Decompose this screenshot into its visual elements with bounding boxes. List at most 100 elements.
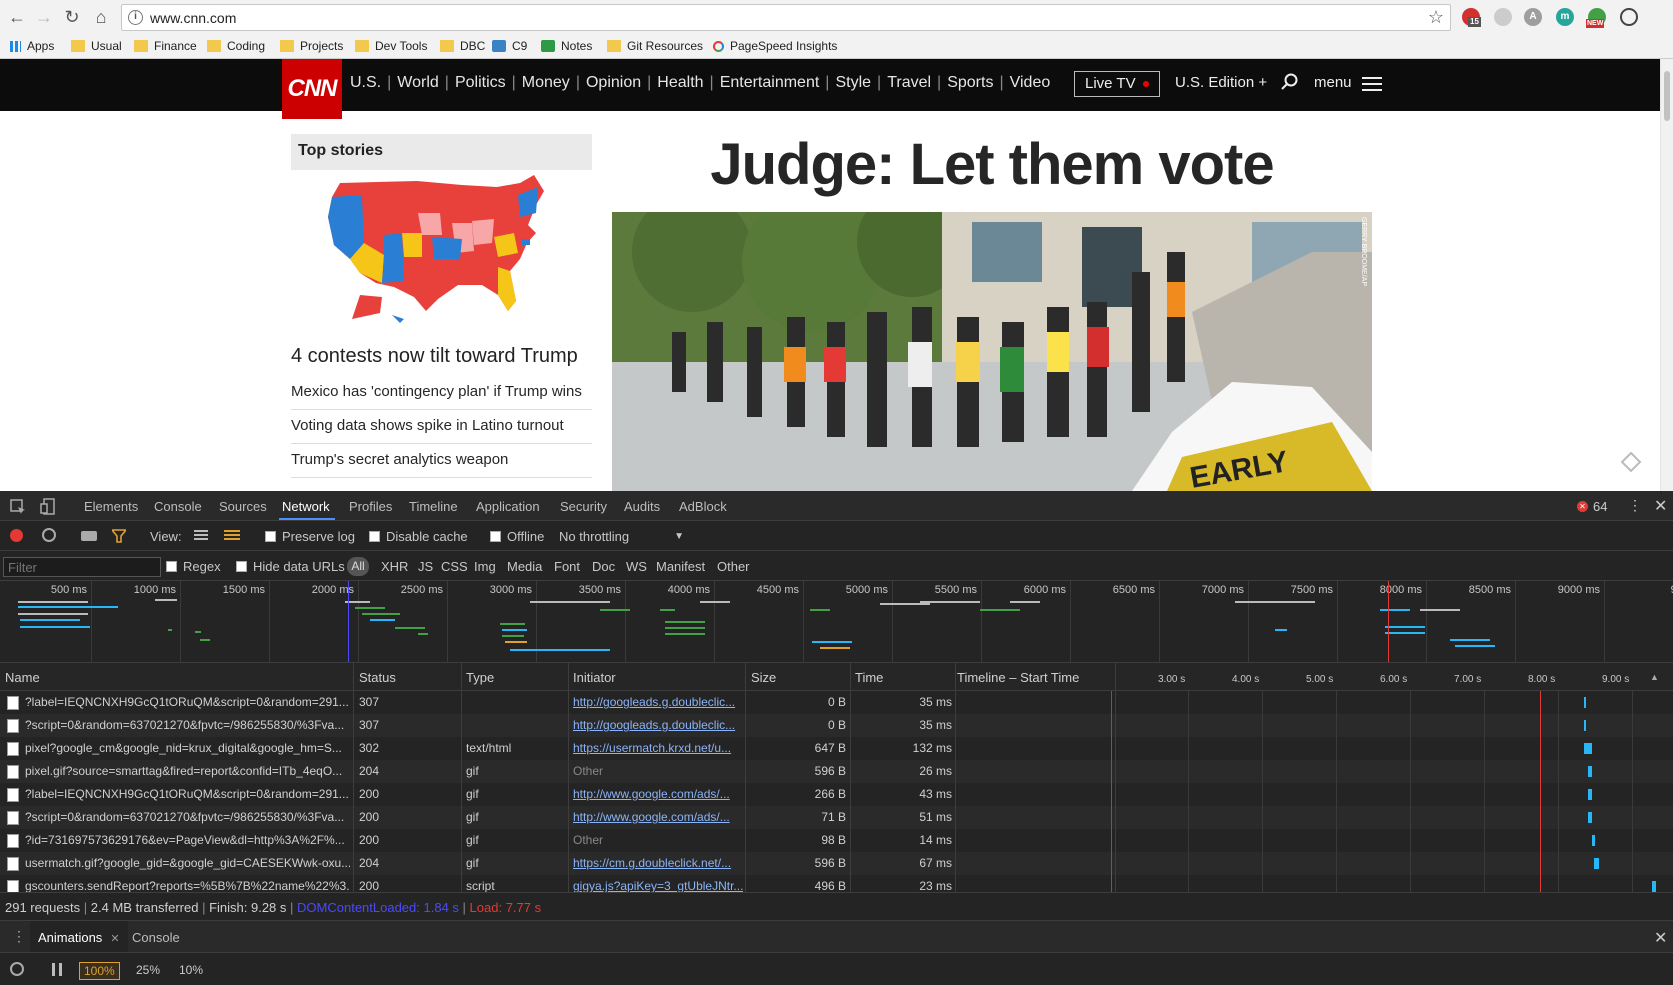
cnn-logo[interactable]: CNN — [282, 59, 342, 119]
waterfall-bar[interactable] — [1584, 720, 1586, 731]
speed-10[interactable]: 10% — [175, 962, 207, 980]
column-separator[interactable] — [568, 663, 569, 892]
table-row[interactable]: usermatch.gif?google_gid=&google_gid=CAE… — [0, 852, 1673, 875]
request-name[interactable]: pixel?google_cm&google_nid=krux_digital&… — [25, 741, 350, 755]
bookmark-apps[interactable]: Apps — [10, 37, 54, 55]
nav-entertainment[interactable]: Entertainment — [720, 74, 820, 92]
address-bar[interactable]: i www.cnn.com ☆ — [121, 4, 1451, 31]
table-row[interactable]: ?id=731697573629176&ev=PageView&dl=http%… — [0, 829, 1673, 852]
column-type[interactable]: Type — [466, 670, 494, 685]
story-link[interactable]: Voting data shows spike in Latino turnou… — [291, 417, 592, 444]
edition-selector[interactable]: U.S. Edition + — [1175, 74, 1267, 91]
nav-video[interactable]: Video — [1010, 74, 1051, 92]
election-map[interactable] — [322, 173, 562, 325]
record-icon[interactable] — [10, 529, 23, 542]
filter-doc[interactable]: Doc — [592, 559, 615, 574]
checkbox[interactable] — [490, 531, 501, 542]
device-toolbar-icon[interactable] — [40, 498, 56, 516]
hero-photo[interactable]: EARLY GERRY BROOME/AP — [612, 212, 1372, 491]
checkbox[interactable] — [265, 531, 276, 542]
tab-drawer-console[interactable]: Console — [132, 930, 180, 945]
request-name[interactable]: ?label=IEQNCNXH9GcQ1tORuQM&script=0&rand… — [25, 787, 350, 801]
clear-icon[interactable] — [42, 528, 56, 542]
bookmark-dev-tools[interactable]: Dev Tools — [355, 37, 427, 55]
bookmark-pagespeed[interactable]: PageSpeed Insights — [713, 37, 837, 55]
column-separator[interactable] — [353, 663, 354, 892]
filter-img[interactable]: Img — [474, 559, 496, 574]
grammarly-extension-icon[interactable]: NEW — [1586, 8, 1606, 28]
filter-other[interactable]: Other — [717, 559, 750, 574]
table-row[interactable]: pixel?google_cm&google_nid=krux_digital&… — [0, 737, 1673, 760]
tab-profiles[interactable]: Profiles — [349, 499, 392, 514]
bookmark-usual[interactable]: Usual — [71, 37, 122, 55]
waterfall-bar[interactable] — [1594, 858, 1599, 869]
hide-data-urls-checkbox[interactable]: Hide data URLs — [236, 559, 345, 574]
inspect-element-icon[interactable] — [10, 499, 26, 515]
bookmark-git-resources[interactable]: Git Resources — [607, 37, 703, 55]
search-icon[interactable] — [1281, 73, 1298, 90]
filter-font[interactable]: Font — [554, 559, 580, 574]
table-row[interactable]: pixel.gif?source=smarttag&fired=report&c… — [0, 760, 1673, 783]
checkbox[interactable] — [236, 561, 247, 572]
close-devtools-icon[interactable]: ✕ — [1654, 496, 1667, 516]
large-rows-icon[interactable] — [194, 530, 208, 541]
request-name[interactable]: pixel.gif?source=smarttag&fired=report&c… — [25, 764, 350, 778]
adblock-extension-icon[interactable]: 15 — [1462, 8, 1481, 27]
request-name[interactable]: ?script=0&random=637021270&fpvtc=/986255… — [25, 718, 350, 732]
waterfall-view-icon[interactable] — [224, 530, 240, 541]
nav-travel[interactable]: Travel — [887, 74, 931, 92]
clear-animations-icon[interactable] — [10, 962, 24, 976]
table-row[interactable]: ?script=0&random=637021270&fpvtc=/986255… — [0, 806, 1673, 829]
request-initiator[interactable]: https://cm.g.doubleclick.net/... — [573, 856, 743, 870]
checkbox[interactable] — [166, 561, 177, 572]
column-time[interactable]: Time — [855, 670, 883, 685]
request-initiator[interactable]: http://www.google.com/ads/... — [573, 787, 743, 801]
forward-arrow-icon[interactable]: → — [33, 5, 55, 29]
extension-icon[interactable] — [1494, 8, 1512, 26]
request-initiator[interactable]: http://googleads.g.doubleclic... — [573, 718, 743, 732]
tab-timeline[interactable]: Timeline — [409, 499, 458, 514]
column-separator[interactable] — [461, 663, 462, 892]
main-headline[interactable]: Judge: Let them vote — [612, 131, 1372, 198]
request-name[interactable]: ?id=731697573629176&ev=PageView&dl=http%… — [25, 833, 350, 847]
filter-media[interactable]: Media — [507, 559, 542, 574]
waterfall-bar[interactable] — [1584, 743, 1592, 754]
tab-sources[interactable]: Sources — [219, 499, 267, 514]
filter-all[interactable]: All — [347, 557, 369, 576]
nav-opinion[interactable]: Opinion — [586, 74, 641, 92]
filter-input[interactable] — [3, 557, 161, 577]
column-initiator[interactable]: Initiator — [573, 670, 616, 685]
throttling-select[interactable]: No throttling ▼ — [559, 529, 684, 544]
column-separator[interactable] — [1115, 663, 1116, 892]
disable-cache-checkbox[interactable]: Disable cache — [369, 529, 468, 544]
table-row[interactable]: ?label=IEQNCNXH9GcQ1tORuQM&script=0&rand… — [0, 783, 1673, 806]
nav-style[interactable]: Style — [835, 74, 871, 92]
bookmark-star-icon[interactable]: ☆ — [1428, 7, 1444, 28]
drawer-menu-icon[interactable]: ⋮ — [12, 928, 26, 945]
network-overview[interactable]: 500 ms 1000 ms 1500 ms 2000 ms 2500 ms 3000 m… — [0, 581, 1673, 663]
request-name[interactable]: usermatch.gif?google_gid=&google_gid=CAE… — [25, 856, 350, 870]
bookmark-dbc[interactable]: DBC — [440, 37, 485, 55]
speed-100[interactable]: 100% — [79, 962, 120, 980]
back-arrow-icon[interactable]: ← — [6, 5, 28, 29]
tab-security[interactable]: Security — [560, 499, 607, 514]
bookmark-finance[interactable]: Finance — [134, 37, 197, 55]
tab-adblock[interactable]: AdBlock — [679, 499, 727, 514]
tab-elements[interactable]: Elements — [84, 499, 138, 514]
tab-audits[interactable]: Audits — [624, 499, 660, 514]
more-options-icon[interactable]: ⋮ — [1628, 497, 1642, 514]
request-initiator[interactable]: https://usermatch.krxd.net/u... — [573, 741, 743, 755]
column-separator[interactable] — [745, 663, 746, 892]
waterfall-bar[interactable] — [1588, 789, 1592, 800]
speed-25[interactable]: 25% — [132, 962, 164, 980]
waterfall-bar[interactable] — [1592, 835, 1595, 846]
bookmark-projects[interactable]: Projects — [280, 37, 343, 55]
nav-us[interactable]: U.S. — [350, 74, 381, 92]
preserve-log-checkbox[interactable]: Preserve log — [265, 529, 355, 544]
request-name[interactable]: gscounters.sendReport?reports=%5B%7B%22n… — [25, 879, 350, 892]
bookmark-coding[interactable]: Coding — [207, 37, 265, 55]
menu-label[interactable]: menu — [1314, 74, 1352, 91]
filter-css[interactable]: CSS — [441, 559, 468, 574]
error-counter[interactable]: ✕ 64 — [1577, 499, 1607, 514]
request-initiator[interactable]: http://googleads.g.doubleclic... — [573, 695, 743, 709]
